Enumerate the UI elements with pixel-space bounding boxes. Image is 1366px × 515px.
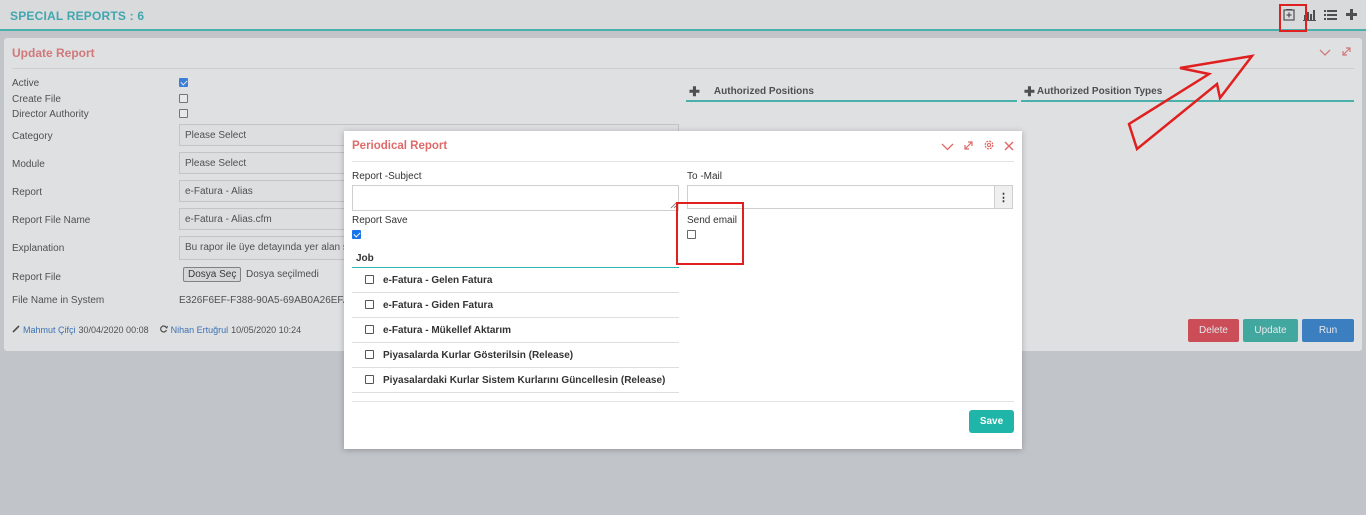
job-checkbox[interactable] [365, 375, 374, 384]
job-label: Piyasalardaki Kurlar Sistem Kurlarını Gü… [383, 375, 666, 386]
report-save-checkbox[interactable] [352, 230, 361, 239]
job-row[interactable]: e-Fatura - Giden Fatura [352, 293, 679, 318]
job-checkbox[interactable] [365, 300, 374, 309]
job-checkbox[interactable] [365, 350, 374, 359]
job-label: e-Fatura - Gelen Fatura [383, 275, 493, 286]
expand-icon[interactable] [963, 140, 974, 154]
gear-icon[interactable] [983, 139, 995, 154]
job-checkbox[interactable] [365, 325, 374, 334]
job-row[interactable]: e-Fatura - Mükellef Aktarım [352, 318, 679, 343]
job-label: e-Fatura - Giden Fatura [383, 300, 494, 311]
annotation-arrow-icon [1127, 54, 1255, 152]
periodical-report-modal: Periodical Report Report -Subject To -Ma… [344, 131, 1022, 449]
report-subject-label: Report -Subject [352, 171, 422, 182]
modal-divider [352, 161, 1014, 162]
more-options-icon[interactable]: ⋮ [995, 185, 1013, 209]
to-mail-label: To -Mail [687, 171, 723, 182]
job-row[interactable]: Piyasalardaki Kurlar Sistem Kurlarını Gü… [352, 368, 679, 393]
highlight-box-add-icon [1279, 4, 1307, 32]
report-subject-input[interactable] [352, 185, 679, 211]
job-label: e-Fatura - Mükellef Aktarım [383, 325, 511, 336]
report-save-label: Report Save [352, 215, 408, 226]
save-button[interactable]: Save [969, 410, 1014, 433]
job-label: Piyasalarda Kurlar Gösterilsin (Release) [383, 350, 574, 361]
collapse-icon[interactable] [941, 140, 954, 154]
highlight-box-send-email [676, 202, 744, 265]
job-header: Job [352, 250, 679, 268]
modal-tools [941, 139, 1014, 154]
job-row[interactable]: Piyasalarda Kurlar Gösterilsin (Release) [352, 343, 679, 368]
job-checkbox[interactable] [365, 275, 374, 284]
close-icon[interactable] [1004, 140, 1014, 154]
modal-footer-divider [352, 401, 1014, 402]
modal-title: Periodical Report [352, 140, 448, 152]
job-row[interactable]: e-Fatura - Gelen Fatura [352, 268, 679, 293]
